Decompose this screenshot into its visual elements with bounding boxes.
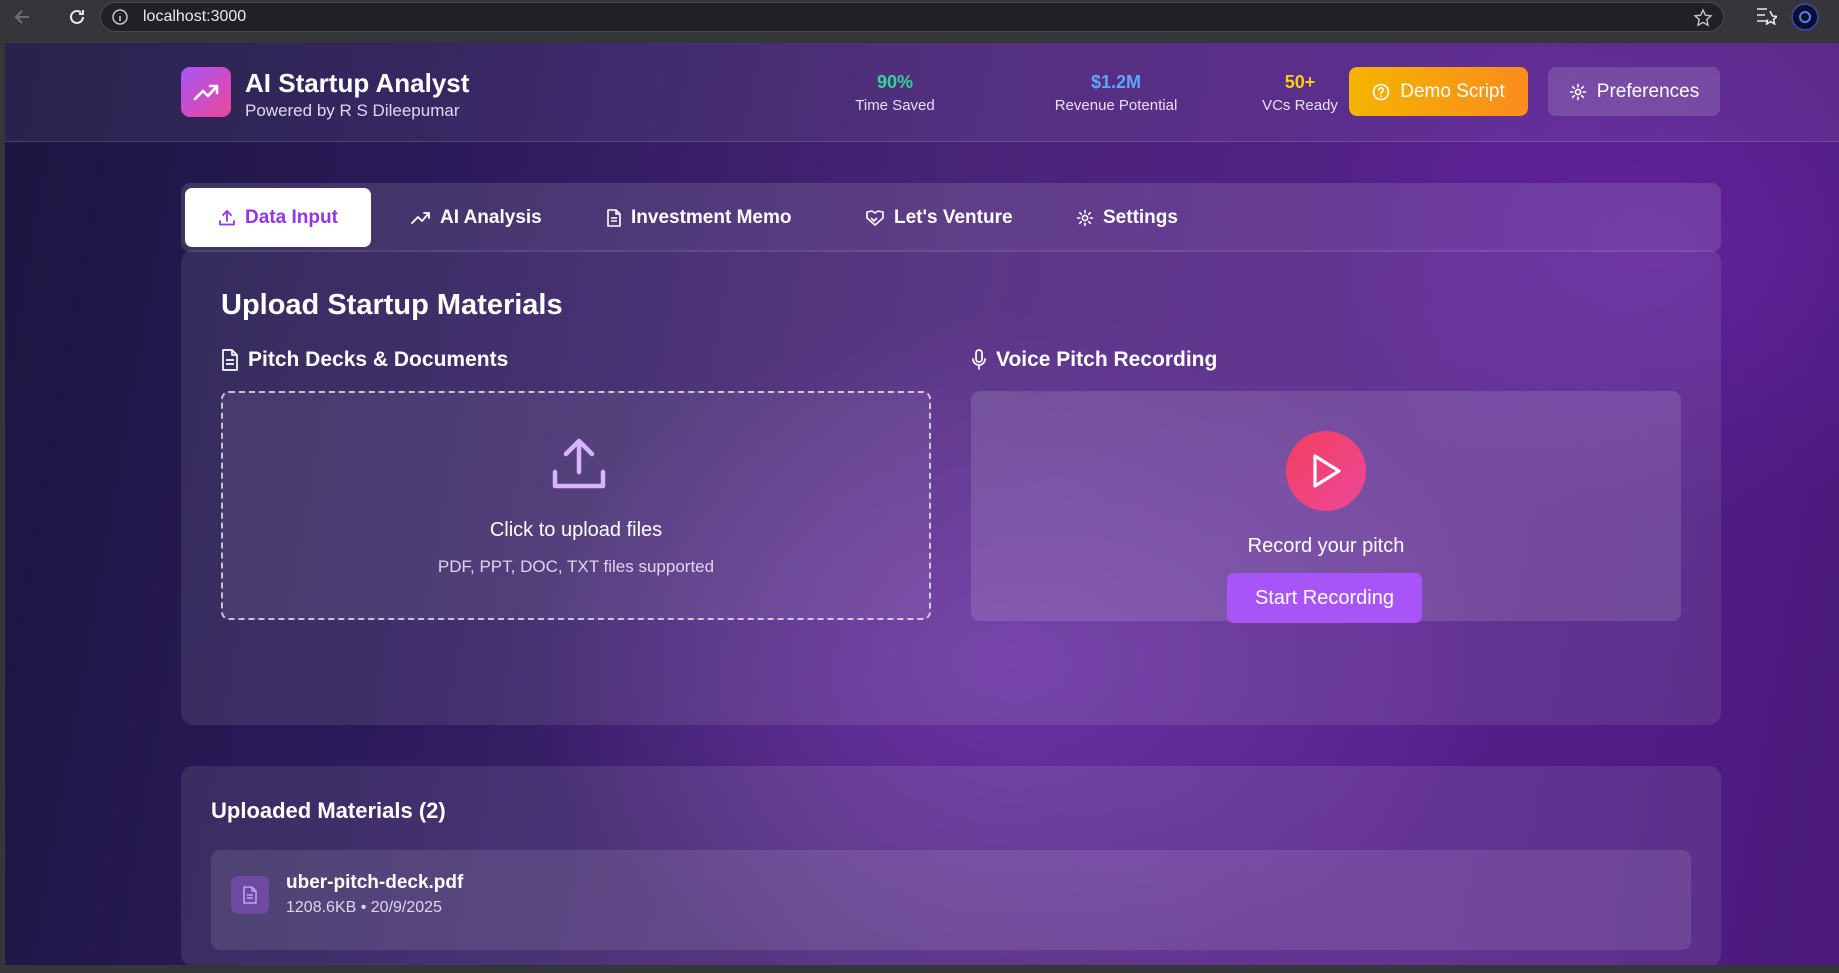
play-record-button[interactable]: [1286, 431, 1366, 511]
preferences-label: Preferences: [1596, 80, 1700, 102]
voice-section-heading: Voice Pitch Recording: [971, 348, 1217, 372]
browser-toolbar: localhost:3000: [0, 0, 1839, 34]
start-recording-button[interactable]: Start Recording: [1227, 573, 1422, 623]
voice-heading-label: Voice Pitch Recording: [996, 348, 1218, 371]
trending-up-icon: [411, 211, 430, 224]
tab-investment-memo[interactable]: Investment Memo: [606, 188, 791, 247]
profile-avatar[interactable]: [1791, 3, 1819, 31]
stat-value: 50+: [1284, 72, 1316, 92]
address-bar[interactable]: localhost:3000: [100, 2, 1724, 32]
back-icon[interactable]: [8, 2, 38, 32]
file-name: uber-pitch-deck.pdf: [286, 872, 464, 893]
help-circle-icon: [1372, 83, 1390, 100]
docs-section-heading: Pitch Decks & Documents: [221, 348, 508, 372]
stat-label: VCs Ready: [1262, 97, 1338, 114]
tab-settings[interactable]: Settings: [1076, 188, 1178, 247]
gear-icon: [1569, 83, 1587, 100]
uploaded-materials-card: Uploaded Materials (2) uber-pitch-deck.p…: [181, 766, 1721, 965]
dropzone-title: Click to upload files: [489, 519, 663, 541]
tab-label: Data Input: [245, 206, 338, 228]
voice-recording-panel: Record your pitch Start Recording: [971, 391, 1681, 623]
handshake-icon: [866, 209, 884, 226]
tab-bar: Data Input AI Analysis Investment Memo L…: [181, 183, 1721, 252]
stat-value: $1.2M: [1090, 72, 1142, 92]
file-upload-dropzone[interactable]: Click to upload files PDF, PPT, DOC, TXT…: [221, 391, 931, 620]
url-text: localhost:3000: [143, 8, 247, 25]
app-subtitle: Powered by R S Dileepumar: [245, 101, 460, 120]
file-meta: 1208.6KB • 20/9/2025: [286, 899, 442, 916]
stat-value: 90%: [876, 72, 914, 92]
window-bottom-edge: [0, 965, 1839, 973]
docs-heading-label: Pitch Decks & Documents: [248, 348, 509, 371]
tab-label: AI Analysis: [440, 206, 542, 228]
stat-time-saved: 90% Time Saved: [835, 72, 955, 114]
document-icon: [222, 349, 238, 371]
stat-label: Time Saved: [855, 97, 935, 114]
microphone-icon: [972, 349, 986, 370]
bookmark-star-icon[interactable]: [1693, 8, 1713, 33]
site-info-icon[interactable]: [111, 8, 129, 26]
app-title: AI Startup Analyst: [245, 68, 470, 98]
dropzone-subtitle: PDF, PPT, DOC, TXT files supported: [437, 557, 715, 576]
app-header: AI Startup Analyst Powered by R S Dileep…: [5, 43, 1839, 142]
demo-script-button[interactable]: Demo Script: [1349, 67, 1528, 116]
upload-icon: [219, 209, 235, 225]
tab-label: Investment Memo: [631, 206, 792, 228]
stat-label: Revenue Potential: [1054, 97, 1178, 114]
app-page: AI Startup Analyst Powered by R S Dileep…: [5, 43, 1839, 965]
tab-data-input[interactable]: Data Input: [185, 188, 371, 247]
reload-icon[interactable]: [62, 2, 92, 32]
stat-vcs-ready: 50+ VCs Ready: [1255, 72, 1345, 114]
gear-icon: [1076, 209, 1094, 226]
list-item[interactable]: uber-pitch-deck.pdf 1208.6KB • 20/9/2025: [211, 850, 1691, 950]
logo-trending-icon: [181, 67, 231, 117]
stat-revenue-potential: $1.2M Revenue Potential: [1052, 72, 1180, 114]
record-pitch-label: Record your pitch: [1247, 535, 1405, 557]
reading-list-icon[interactable]: [1755, 5, 1779, 30]
tab-lets-venture[interactable]: Let's Venture: [865, 188, 1013, 247]
tab-label: Settings: [1103, 206, 1178, 228]
upload-icon: [552, 438, 606, 495]
demo-script-label: Demo Script: [1400, 80, 1505, 102]
play-icon: [1313, 454, 1341, 488]
document-icon: [607, 208, 621, 227]
preferences-button[interactable]: Preferences: [1548, 67, 1720, 116]
tab-label: Let's Venture: [894, 206, 1013, 228]
file-document-icon: [231, 876, 269, 914]
tab-ai-analysis[interactable]: AI Analysis: [411, 188, 542, 247]
uploaded-materials-title: Uploaded Materials (2): [211, 798, 446, 823]
upload-materials-card: Upload Startup Materials Pitch Decks & D…: [181, 250, 1721, 725]
upload-card-title: Upload Startup Materials: [221, 289, 563, 321]
